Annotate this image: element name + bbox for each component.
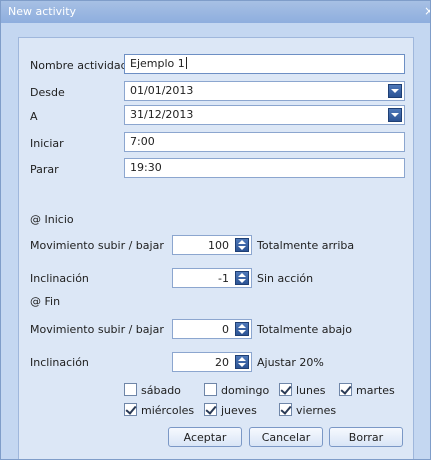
iniciar-time-field[interactable]: 7:00 (124, 132, 405, 152)
inicio-movement-description: Totalmente arriba (257, 239, 355, 252)
a-label: A (30, 110, 38, 123)
fin-movement-label: Movimiento subir / bajar (30, 323, 164, 336)
desde-value: 01/01/2013 (130, 84, 194, 97)
fin-movement-description: Totalmente abajo (257, 323, 352, 336)
viernes-label: viernes (296, 404, 337, 417)
checkbox-checked-icon[interactable] (124, 403, 137, 416)
cancel-button[interactable]: Cancelar (249, 427, 323, 447)
spinner-arrows-icon[interactable] (235, 322, 249, 336)
checkbox-domingo[interactable]: domingo (204, 383, 269, 399)
activity-form-panel: Nombre actividad Ejemplo 1 Desde 01/01/2… (18, 37, 414, 459)
checkbox-jueves[interactable]: jueves (204, 403, 257, 419)
martes-label: martes (356, 384, 395, 397)
sabado-label: sábado (141, 384, 181, 397)
name-field[interactable]: Ejemplo 1 (124, 54, 405, 74)
parar-label: Parar (30, 163, 59, 176)
checkbox-martes[interactable]: martes (339, 383, 395, 399)
window-title: New activity (8, 5, 77, 18)
inicio-tilt-label: Inclinación (30, 272, 89, 285)
fin-tilt-value: 20 (215, 356, 229, 369)
checkbox-checked-icon[interactable] (204, 403, 217, 416)
spinner-arrows-icon[interactable] (235, 355, 249, 369)
parar-time-field[interactable]: 19:30 (124, 158, 405, 178)
lunes-label: lunes (296, 384, 326, 397)
iniciar-label: Iniciar (30, 137, 64, 150)
checkbox-checked-icon[interactable] (279, 403, 292, 416)
spinner-arrows-icon[interactable] (235, 238, 249, 252)
name-value: Ejemplo 1 (130, 57, 185, 70)
title-bar[interactable]: New activity × (1, 1, 430, 23)
desde-date-select[interactable]: 01/01/2013 (124, 81, 405, 101)
inicio-tilt-stepper[interactable]: -1 (172, 268, 252, 288)
inicio-tilt-description: Sin acción (257, 272, 314, 285)
fin-tilt-label: Inclinación (30, 356, 89, 369)
close-icon[interactable]: × (424, 4, 430, 18)
checkbox-sabado[interactable]: sábado (124, 383, 181, 399)
delete-button[interactable]: Borrar (329, 427, 403, 447)
fin-tilt-stepper[interactable]: 20 (172, 352, 252, 372)
parar-value: 19:30 (130, 161, 162, 174)
checkbox-viernes[interactable]: viernes (279, 403, 336, 419)
spinner-arrows-icon[interactable] (235, 271, 249, 285)
a-value: 31/12/2013 (130, 108, 194, 121)
fin-movement-value: 0 (222, 323, 229, 336)
miercoles-label: miércoles (141, 404, 195, 417)
a-date-select[interactable]: 31/12/2013 (124, 105, 405, 125)
checkbox-unchecked-icon[interactable] (204, 383, 217, 396)
chevron-down-icon[interactable] (388, 108, 402, 122)
chevron-down-icon[interactable] (388, 84, 402, 98)
jueves-label: jueves (221, 404, 257, 417)
checkbox-miercoles[interactable]: miércoles (124, 403, 194, 419)
accept-button[interactable]: Aceptar (168, 427, 242, 447)
fin-movement-stepper[interactable]: 0 (172, 319, 252, 339)
inicio-movement-stepper[interactable]: 100 (172, 235, 252, 255)
domingo-label: domingo (221, 384, 270, 397)
name-label: Nombre actividad (30, 59, 128, 72)
checkbox-unchecked-icon[interactable] (124, 383, 137, 396)
desde-label: Desde (30, 86, 65, 99)
new-activity-dialog: New activity × Nombre actividad Ejemplo … (0, 0, 431, 460)
inicio-header: @ Inicio (30, 213, 74, 226)
iniciar-value: 7:00 (130, 135, 155, 148)
inicio-movement-value: 100 (208, 239, 229, 252)
text-caret (185, 57, 187, 69)
fin-tilt-description: Ajustar 20% (257, 356, 324, 369)
fin-header: @ Fin (30, 295, 61, 308)
checkbox-checked-icon[interactable] (279, 383, 292, 396)
inicio-movement-label: Movimiento subir / bajar (30, 239, 164, 252)
checkbox-checked-icon[interactable] (339, 383, 352, 396)
checkbox-lunes[interactable]: lunes (279, 383, 326, 399)
inicio-tilt-value: -1 (218, 272, 229, 285)
